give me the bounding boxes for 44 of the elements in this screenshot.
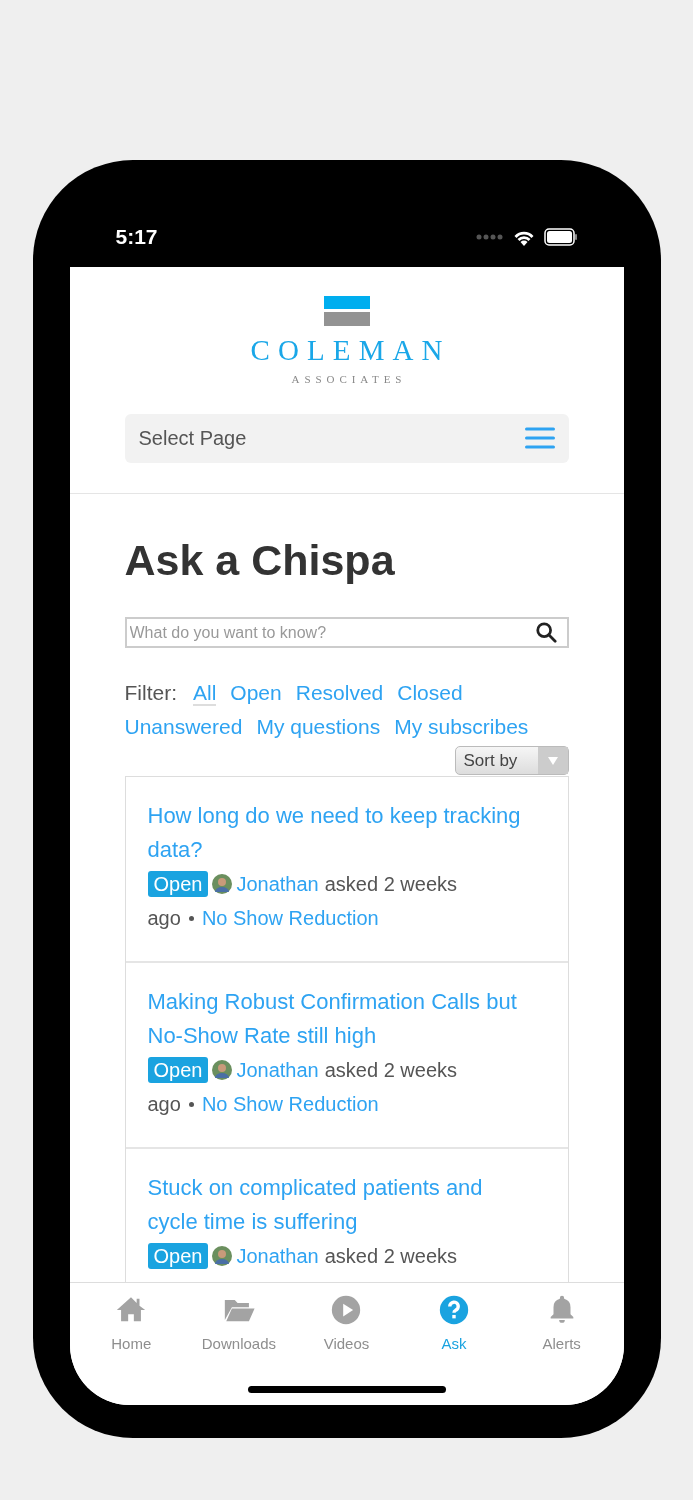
tab-item[interactable]: Alerts (507, 1293, 616, 1405)
status-badge: Open (147, 1243, 209, 1270)
asked-time: ago (147, 1092, 181, 1118)
filter-link[interactable]: Unanswered (124, 715, 243, 739)
status-time: 5:17 (115, 224, 158, 251)
asked-time: ago (147, 906, 181, 932)
logo-name: COLEMAN (249, 336, 451, 365)
filter-link[interactable]: Open (230, 681, 282, 705)
asked-time: asked 2 weeks (324, 1244, 458, 1270)
caret-icon (537, 747, 568, 775)
filter-link[interactable]: My questions (256, 715, 381, 739)
avatar-icon (212, 1246, 233, 1267)
asked-time: asked 2 weeks (324, 872, 458, 898)
menu-icon (524, 427, 555, 449)
question-title[interactable]: Making Robust Confirmation Calls but No-Show Rate still high (147, 985, 534, 1054)
category-link[interactable]: No Show Reduction (201, 1087, 379, 1122)
asked-time: asked 2 weeks (324, 1058, 458, 1084)
status-badge: Open (147, 871, 209, 898)
category-link[interactable]: No Show Reduction (201, 901, 379, 936)
filter-link[interactable]: Resolved (295, 681, 384, 705)
status-badge: Open (147, 1057, 209, 1084)
tab-item[interactable]: Home (77, 1293, 186, 1405)
question-title[interactable]: Stuck on complicated patients and cycle time is suffering (147, 1171, 534, 1240)
page-select[interactable]: Select Page (124, 413, 569, 463)
tab-item[interactable]: Downloads (185, 1293, 293, 1405)
avatar-icon (212, 874, 233, 895)
filter-link[interactable]: My subscribes (394, 715, 529, 739)
battery-icon (543, 228, 578, 246)
logo-tagline: ASSOCIATES (290, 372, 407, 387)
filter-label: Filter: (124, 681, 177, 705)
search-field[interactable]: What do you want to know? (124, 617, 569, 649)
page-title: Ask a Chispa (124, 534, 396, 586)
question-title[interactable]: How long do we need to keep tracking data? (147, 799, 534, 868)
tab-item[interactable]: Videos (292, 1293, 401, 1405)
logo-icon (323, 296, 370, 326)
avatar-icon (212, 1060, 233, 1081)
sort-dropdown[interactable]: Sort by (454, 746, 569, 776)
search-icon[interactable] (534, 621, 557, 644)
asker-link[interactable]: Jonathan (236, 1053, 319, 1088)
filter-link[interactable]: All (193, 681, 217, 707)
asker-link[interactable]: Jonathan (236, 867, 319, 902)
filter-link[interactable]: Closed (397, 681, 463, 705)
asker-link[interactable]: Jonathan (236, 1239, 319, 1274)
signal-icon (475, 234, 504, 240)
